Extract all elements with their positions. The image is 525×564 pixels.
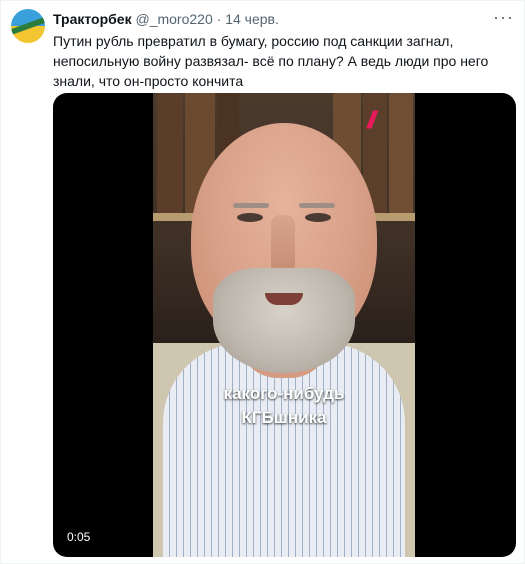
separator-dot: · xyxy=(216,11,222,27)
subtitle-line-2: КГБшника xyxy=(241,408,327,427)
tweet-card[interactable]: Тракторбек @_moro220 · 14 черв. ··· Пути… xyxy=(0,0,525,564)
mouth xyxy=(265,293,303,305)
video-frame: // какого-нибудь КГБшника xyxy=(153,93,415,557)
video-player[interactable]: // какого-нибудь КГБшника 0:05 xyxy=(53,93,516,557)
video-subtitle: какого-нибудь КГБшника xyxy=(153,382,415,430)
tweet-text: Путин рубль превратил в бумагу, россию п… xyxy=(53,33,489,89)
author-handle[interactable]: @_moro220 xyxy=(135,11,212,27)
brow xyxy=(233,203,269,208)
avatar-stripe xyxy=(11,16,45,36)
dozhd-logo-icon: // xyxy=(367,107,376,134)
author-name[interactable]: Тракторбек xyxy=(53,11,132,27)
beard xyxy=(213,268,355,373)
brow xyxy=(299,203,335,208)
subtitle-line-1: какого-нибудь xyxy=(223,384,345,403)
more-horizontal-icon[interactable]: ··· xyxy=(493,7,514,28)
tweet-header: Тракторбек @_moro220 · 14 черв. xyxy=(53,10,279,28)
tweet-date[interactable]: 14 черв. xyxy=(225,11,279,27)
video-timestamp: 0:05 xyxy=(63,529,95,545)
avatar[interactable] xyxy=(11,9,45,43)
eye xyxy=(237,213,263,222)
book xyxy=(157,93,183,213)
eye xyxy=(305,213,331,222)
